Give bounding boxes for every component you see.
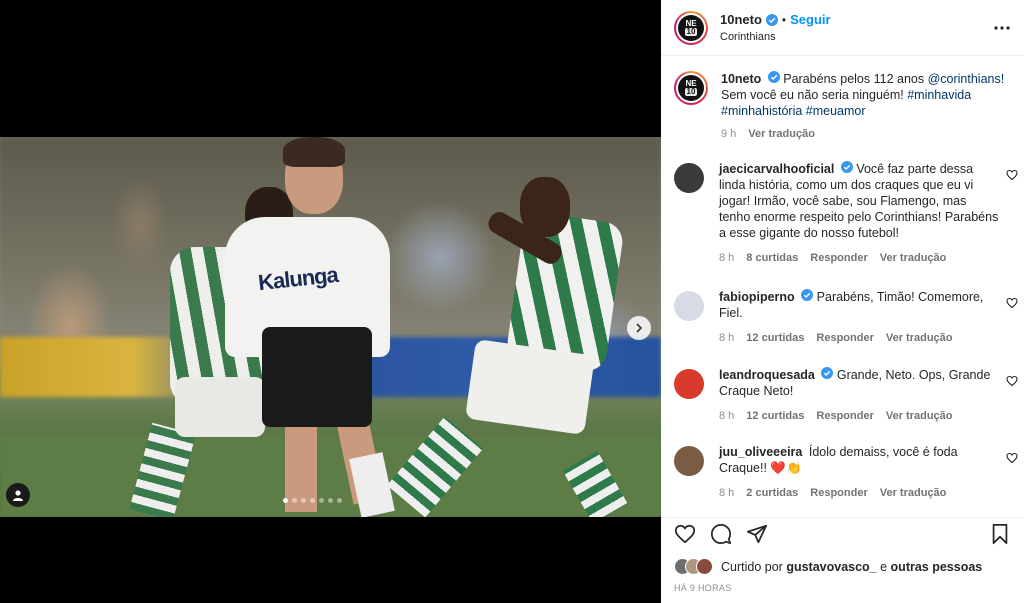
verified-badge-icon: [840, 161, 853, 173]
commenter-username[interactable]: leandroquesada: [719, 368, 815, 382]
verified-badge-icon: [765, 13, 778, 26]
comment-like-icon[interactable]: [1006, 452, 1018, 464]
caption-text-2: Sem você eu não seria ninguém!: [721, 88, 908, 102]
carousel-dot: [337, 498, 342, 503]
post-header: NE 10 10neto • Seguir Corinthians: [661, 0, 1024, 56]
bookmark-icon: [992, 523, 1008, 545]
send-icon: [746, 524, 768, 544]
comment-time: 8 h: [719, 252, 735, 264]
post-timestamp: HÁ 9 HORAS: [674, 583, 732, 593]
separator-dot: •: [781, 12, 787, 27]
comment-likes[interactable]: 12 curtidas: [746, 330, 804, 346]
player-hair: [283, 137, 345, 167]
save-button[interactable]: [989, 523, 1011, 545]
caption-username[interactable]: 10neto: [721, 72, 761, 86]
carousel-dot: [292, 498, 297, 503]
carousel-dot: [301, 498, 306, 503]
translate-link[interactable]: Ver tradução: [886, 330, 953, 346]
carousel-indicator: [283, 498, 342, 503]
reply-button[interactable]: Responder: [816, 408, 873, 424]
comment-like-icon[interactable]: [1006, 297, 1018, 309]
comment-like-icon[interactable]: [1006, 375, 1018, 387]
comment-time: 8 h: [719, 487, 735, 499]
verified-badge-icon: [767, 71, 780, 83]
carousel-dot: [283, 498, 288, 503]
liker-avatar: [696, 558, 713, 575]
reply-button[interactable]: Responder: [816, 330, 873, 346]
commenter-avatar[interactable]: [674, 163, 704, 193]
heart-icon: [674, 524, 696, 544]
player-shorts: [465, 339, 595, 435]
comment-time: 8 h: [719, 410, 735, 422]
comment-item: juu_oliveeeira Ídolo demaiss, você é fod…: [661, 444, 1024, 501]
chevron-right-icon: [636, 323, 643, 333]
follow-button[interactable]: Seguir: [790, 12, 830, 27]
comment-likes[interactable]: 8 curtidas: [746, 250, 798, 266]
caption-text: Parabéns pelos 112 anos: [783, 72, 928, 86]
comment-likes[interactable]: 2 curtidas: [746, 485, 798, 501]
comment-emoji: ❤️👏: [770, 461, 802, 475]
commenter-avatar[interactable]: [674, 291, 704, 321]
carousel-dot: [328, 498, 333, 503]
commenter-username[interactable]: fabiopiperno: [719, 290, 795, 304]
tagged-users-button[interactable]: [6, 483, 30, 507]
comment-button[interactable]: [710, 523, 732, 545]
comment-item: fabiopiperno Parabéns, Timão! Comemore, …: [661, 289, 1024, 346]
mention-link[interactable]: @corinthians!: [928, 72, 1005, 86]
like-button[interactable]: [674, 523, 696, 545]
commenter-avatar[interactable]: [674, 369, 704, 399]
comment-item: jaecicarvalhooficial Você faz parte dess…: [661, 161, 1024, 266]
liked-mid: e: [876, 559, 891, 574]
player-shorts: [175, 377, 265, 437]
action-bar: Curtido por gustavovasco_ e outras pesso…: [661, 517, 1024, 603]
post-location[interactable]: Corinthians: [720, 31, 831, 43]
commenter-username[interactable]: jaecicarvalhooficial: [719, 162, 834, 176]
verified-badge-icon: [801, 289, 814, 301]
post-caption: NE 10 10neto Parabéns pelos 112 anos @cor…: [661, 57, 1024, 142]
player-shorts: [262, 327, 372, 427]
user-icon: [13, 490, 23, 501]
comment-time: 8 h: [719, 332, 735, 344]
player-head: [520, 177, 570, 237]
carousel-dot: [319, 498, 324, 503]
translate-link[interactable]: Ver tradução: [880, 485, 947, 501]
carousel-next-button[interactable]: [627, 316, 651, 340]
profile-avatar[interactable]: NE 10: [674, 10, 708, 45]
commenter-username[interactable]: juu_oliveeeira: [719, 445, 802, 459]
liked-by: Curtido por gustavovasco_ e outras pesso…: [661, 558, 1024, 575]
media-panel: Kalunga: [0, 0, 661, 603]
reply-button[interactable]: Responder: [810, 485, 867, 501]
verified-badge-icon: [821, 367, 834, 379]
translate-link[interactable]: Ver tradução: [748, 126, 815, 142]
liked-prefix: Curtido por: [721, 559, 787, 574]
comment-bubble-icon: [710, 523, 732, 545]
reply-button[interactable]: Responder: [810, 250, 867, 266]
comment-item: leandroquesada Grande, Neto. Ops, Grande…: [661, 367, 1024, 424]
more-options-icon[interactable]: [992, 18, 1012, 38]
pitch-grass: [0, 437, 661, 517]
post-photo: Kalunga: [0, 137, 661, 517]
translate-link[interactable]: Ver tradução: [886, 408, 953, 424]
liker-username[interactable]: gustavovasco_: [786, 560, 876, 574]
author-username[interactable]: 10neto: [720, 12, 762, 27]
commenter-avatar[interactable]: [674, 446, 704, 476]
share-button[interactable]: [746, 523, 768, 545]
caption-avatar[interactable]: NE 10: [674, 71, 708, 105]
carousel-dot: [310, 498, 315, 503]
others-link[interactable]: outras pessoas: [891, 560, 983, 574]
translate-link[interactable]: Ver tradução: [880, 250, 947, 266]
post-sidebar: NE 10 10neto • Seguir Corinthians NE 10 10…: [661, 0, 1024, 603]
comments-list: NE 10 10neto Parabéns pelos 112 anos @cor…: [661, 57, 1024, 517]
caption-time: 9 h: [721, 128, 737, 140]
comment-likes[interactable]: 12 curtidas: [746, 408, 804, 424]
comment-like-icon[interactable]: [1006, 169, 1018, 181]
